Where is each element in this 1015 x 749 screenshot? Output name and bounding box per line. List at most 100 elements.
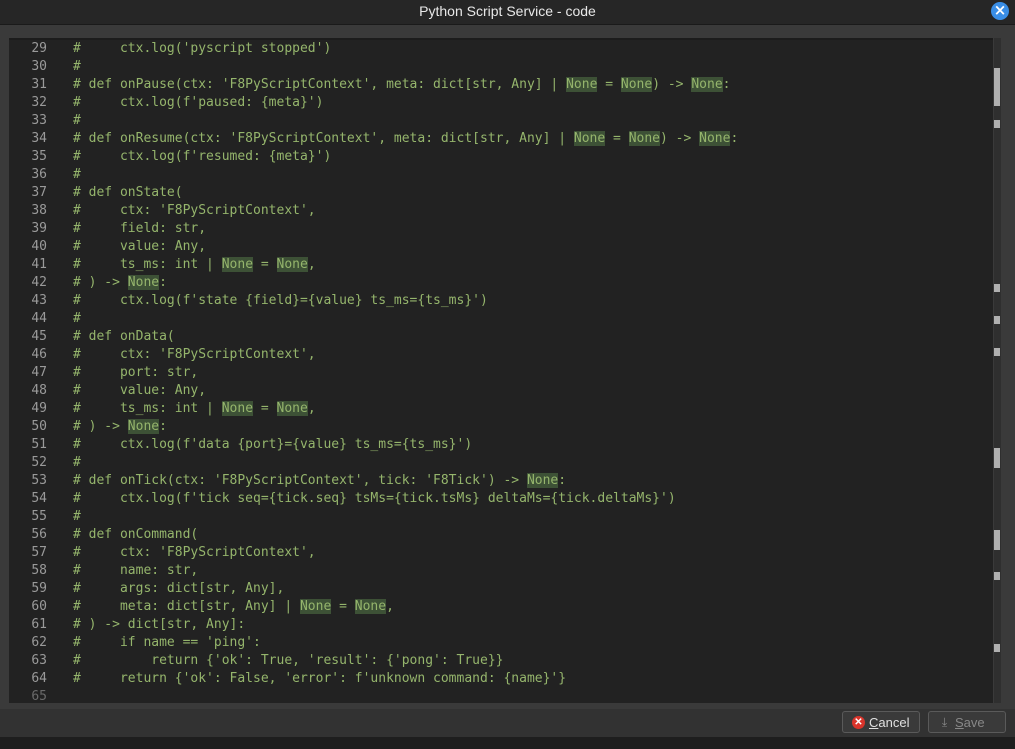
code-line[interactable]: 42 # ) -> None: (9, 274, 167, 292)
highlighted-token: None (299, 599, 332, 614)
highlighted-token: None (221, 257, 254, 272)
code-line[interactable]: 64 # return {'ok': False, 'error': f'unkn… (9, 670, 566, 688)
code-text: # (73, 311, 81, 326)
code-text: # def onCommand( (73, 527, 199, 542)
highlighted-token: None (276, 401, 308, 416)
scrollbar-marker (994, 572, 1000, 580)
highlighted-token: None (526, 473, 559, 488)
code-text: # ctx.log(f'tick seq={tick.seq} tsMs={ti… (73, 491, 676, 506)
code-text: # return {'ok': False, 'error': f'unknow… (73, 671, 567, 686)
highlighted-token: None (628, 131, 661, 146)
code-line[interactable]: 48 # value: Any, (9, 382, 206, 400)
code-line[interactable]: 50 # ) -> None: (9, 418, 167, 436)
cancel-button[interactable]: ✕ Cancel (842, 711, 920, 733)
highlighted-token: None (354, 599, 387, 614)
code-text: # ctx: 'F8PyScriptContext', (73, 203, 316, 218)
code-text: # name: str, (73, 563, 199, 578)
code-line[interactable]: 29 # ctx.log('pyscript stopped') (9, 40, 331, 58)
code-line[interactable]: 45 # def onData( (9, 328, 174, 346)
code-text: # ctx.log(f'state {field}={value} ts_ms=… (73, 293, 488, 308)
code-editor[interactable]: 29 # ctx.log('pyscript stopped') 30 #31 # de… (9, 38, 993, 703)
line-number: 41 (31, 257, 47, 272)
code-line[interactable]: 54 # ctx.log(f'tick seq={tick.seq} tsMs={… (9, 490, 676, 508)
code-line[interactable]: 60 # meta: dict[str, Any] | None = None, (9, 598, 394, 616)
background-window-strip (0, 737, 1015, 749)
line-number: 61 (31, 617, 47, 632)
code-line[interactable]: 59 # args: dict[str, Any], (9, 580, 284, 598)
code-line[interactable]: 30 # (9, 58, 80, 76)
code-line[interactable]: 37 # def onState( (9, 184, 182, 202)
line-number: 38 (31, 203, 47, 218)
line-number: 43 (31, 293, 47, 308)
line-number: 48 (31, 383, 47, 398)
line-number: 46 (31, 347, 47, 362)
close-icon[interactable]: × (991, 2, 1009, 20)
editor-scrollbar[interactable] (994, 38, 1001, 703)
scrollbar-marker (994, 644, 1000, 652)
code-line[interactable]: 57 # ctx: 'F8PyScriptContext', (9, 544, 316, 562)
code-line[interactable]: 58 # name: str, (9, 562, 198, 580)
code-line[interactable]: 34 # def onResume(ctx: 'F8PyScriptContext… (9, 130, 738, 148)
code-text: # ts_ms: int | None = None, (73, 401, 316, 416)
code-text: # def onPause(ctx: 'F8PyScriptContext', … (73, 77, 731, 92)
highlighted-token: None (221, 401, 254, 416)
code-line[interactable]: 56 # def onCommand( (9, 526, 198, 544)
code-line[interactable]: 63 # return {'ok': True, 'result': {'pong… (9, 652, 503, 670)
code-text: # ctx.log(f'data {port}={value} ts_ms={t… (73, 437, 473, 452)
scrollbar-marker (994, 316, 1000, 324)
code-text: # port: str, (73, 365, 199, 380)
code-line[interactable]: 31 # def onPause(ctx: 'F8PyScriptContext'… (9, 76, 730, 94)
line-number: 49 (31, 401, 47, 416)
code-text: # args: dict[str, Any], (73, 581, 285, 596)
line-number: 35 (31, 149, 47, 164)
code-text: # field: str, (73, 221, 207, 236)
code-line[interactable]: 33 # (9, 112, 80, 130)
code-line[interactable]: 65 (9, 688, 73, 703)
code-line[interactable]: 38 # ctx: 'F8PyScriptContext', (9, 202, 316, 220)
highlighted-token: None (127, 419, 160, 434)
line-number: 56 (31, 527, 47, 542)
line-number: 39 (31, 221, 47, 236)
code-text: # if name == 'ping': (73, 635, 261, 650)
code-text: # return {'ok': True, 'result': {'pong':… (73, 653, 504, 668)
code-line[interactable]: 35 # ctx.log(f'resumed: {meta}') (9, 148, 331, 166)
code-line[interactable]: 62 # if name == 'ping': (9, 634, 261, 652)
window-title: Python Script Service - code (419, 3, 596, 19)
code-text: # ts_ms: int | None = None, (73, 257, 316, 272)
code-text: # ctx.log(f'paused: {meta}') (73, 95, 324, 110)
code-line[interactable]: 32 # ctx.log(f'paused: {meta}') (9, 94, 323, 112)
highlighted-token: None (566, 77, 598, 92)
save-button[interactable]: ⤓ Save (928, 711, 1006, 733)
code-line[interactable]: 36 # (9, 166, 80, 184)
code-text: # ctx.log('pyscript stopped') (73, 41, 332, 56)
code-line[interactable]: 39 # field: str, (9, 220, 206, 238)
line-number: 52 (31, 455, 47, 470)
code-line[interactable]: 41 # ts_ms: int | None = None, (9, 256, 316, 274)
code-text: # ctx: 'F8PyScriptContext', (73, 545, 316, 560)
code-line[interactable]: 53 # def onTick(ctx: 'F8PyScriptContext',… (9, 472, 566, 490)
save-icon: ⤓ (941, 715, 948, 729)
code-line[interactable]: 51 # ctx.log(f'data {port}={value} ts_ms=… (9, 436, 472, 454)
code-line[interactable]: 61 # ) -> dict[str, Any]: (9, 616, 245, 634)
code-line[interactable]: 47 # port: str, (9, 364, 198, 382)
code-text: # ) -> None: (73, 275, 167, 290)
line-number: 58 (31, 563, 47, 578)
code-line[interactable]: 49 # ts_ms: int | None = None, (9, 400, 316, 418)
code-line[interactable]: 52 # (9, 454, 80, 472)
code-line[interactable]: 40 # value: Any, (9, 238, 206, 256)
scrollbar-marker (994, 284, 1000, 292)
save-button-label: Save (955, 715, 985, 730)
code-line[interactable]: 43 # ctx.log(f'state {field}={value} ts_m… (9, 292, 488, 310)
code-line[interactable]: 44 # (9, 310, 81, 328)
code-text: # def onTick(ctx: 'F8PyScriptContext', t… (73, 473, 567, 488)
code-text: # value: Any, (73, 383, 207, 398)
code-line[interactable]: 55 # (9, 508, 80, 526)
code-text: # ctx: 'F8PyScriptContext', (73, 347, 316, 362)
code-line[interactable]: 46 # ctx: 'F8PyScriptContext', (9, 346, 316, 364)
line-number: 57 (31, 545, 47, 560)
line-number: 37 (31, 185, 47, 200)
line-number: 44 (31, 311, 47, 326)
code-text: # ) -> None: (73, 419, 167, 434)
line-number: 62 (31, 635, 47, 650)
scrollbar-thumb[interactable] (994, 68, 1000, 106)
